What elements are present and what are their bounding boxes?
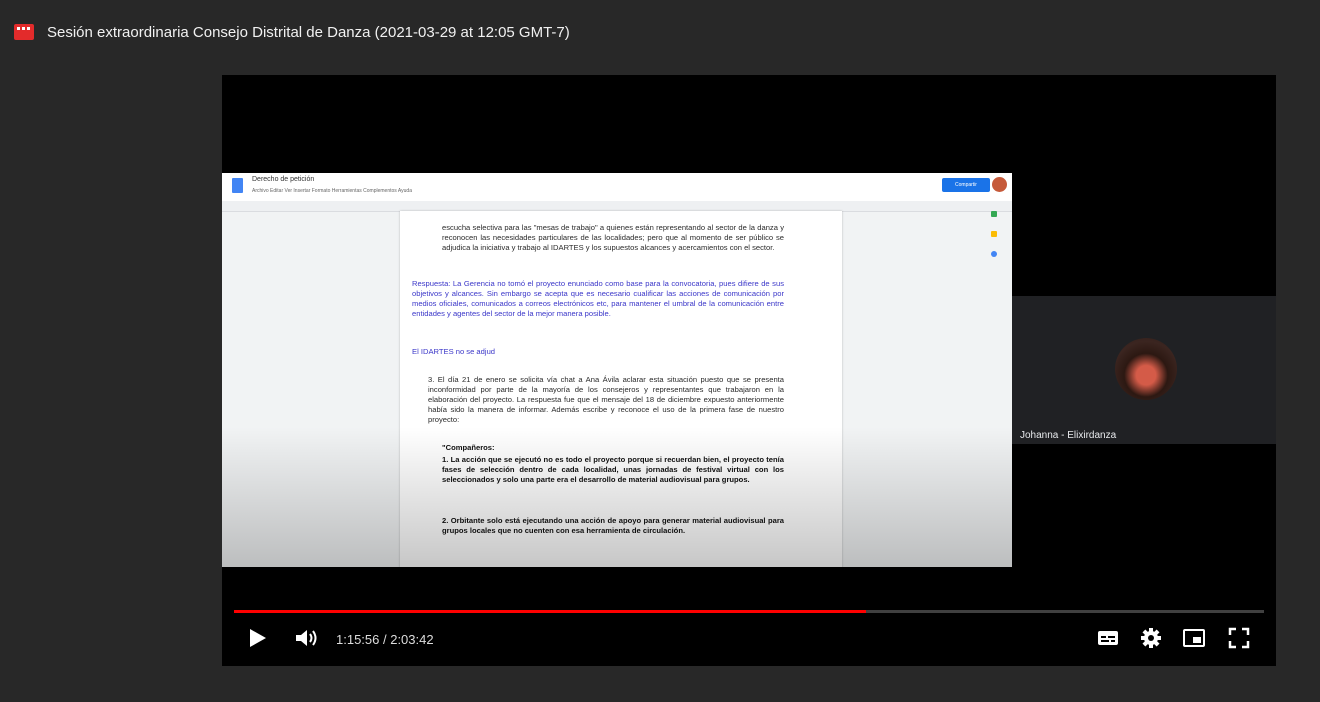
participant-tile: Johanna - Elixirdanza [1012,296,1276,444]
settings-button[interactable] [1140,627,1162,654]
participant-name: Johanna - Elixirdanza [1020,430,1117,441]
miniplayer-button[interactable] [1182,627,1206,654]
miniplayer-icon [1183,629,1205,647]
doc-menu-bar: Archivo Editar Ver Insertar Formato Herr… [252,188,412,194]
play-icon [250,629,266,647]
participant-avatar [1115,338,1177,400]
doc-paragraph-quote-start: "Compañeros: [442,443,495,452]
video-title: Sesión extraordinaria Consejo Distrital … [47,23,570,41]
time-display: 1:15:56 / 2:03:42 [336,632,434,647]
doc-side-rail [986,211,1002,567]
doc-name: Derecho de petición [252,176,315,183]
fullscreen-button[interactable] [1228,627,1250,654]
progress-bar[interactable] [234,610,1264,613]
tasks-icon [991,251,997,257]
shared-screen-document: Derecho de petición Archivo Editar Ver I… [222,173,1012,567]
sheets-icon [991,211,997,217]
volume-icon [296,630,317,646]
clapperboard-icon [14,24,34,40]
doc-paragraph: escucha selectiva para las "mesas de tra… [442,223,784,252]
subtitles-button[interactable] [1096,627,1120,654]
fullscreen-icon [1228,627,1250,649]
docs-logo-icon [232,178,243,193]
subtitles-icon [1098,631,1118,645]
progress-played [234,610,867,613]
video-player[interactable]: Derecho de petición Archivo Editar Ver I… [222,75,1276,666]
player-controls: 1:15:56 / 2:03:42 [222,606,1276,666]
doc-paragraph-edit: El IDARTES no se adjud [412,347,496,356]
doc-paragraph-quote: 1. La acción que se ejecutó no es todo e… [442,455,784,484]
volume-button[interactable] [294,627,320,654]
doc-page: escucha selectiva para las "mesas de tra… [400,211,842,567]
play-button[interactable] [248,627,268,654]
doc-paragraph: 3. El día 21 de enero se solicita vía ch… [428,375,784,424]
doc-paragraph-quote: 2. Orbitante solo está ejecutando una ac… [442,516,784,535]
window-title-bar: Sesión extraordinaria Consejo Distrital … [14,22,570,42]
gear-icon [1141,628,1161,648]
keep-icon [991,231,997,237]
doc-paragraph-response: Respuesta: La Gerencia no tomó el proyec… [412,279,784,318]
doc-header: Derecho de petición Archivo Editar Ver I… [222,173,1012,201]
share-button: Compartir [942,178,990,192]
doc-user-avatar [992,177,1007,192]
